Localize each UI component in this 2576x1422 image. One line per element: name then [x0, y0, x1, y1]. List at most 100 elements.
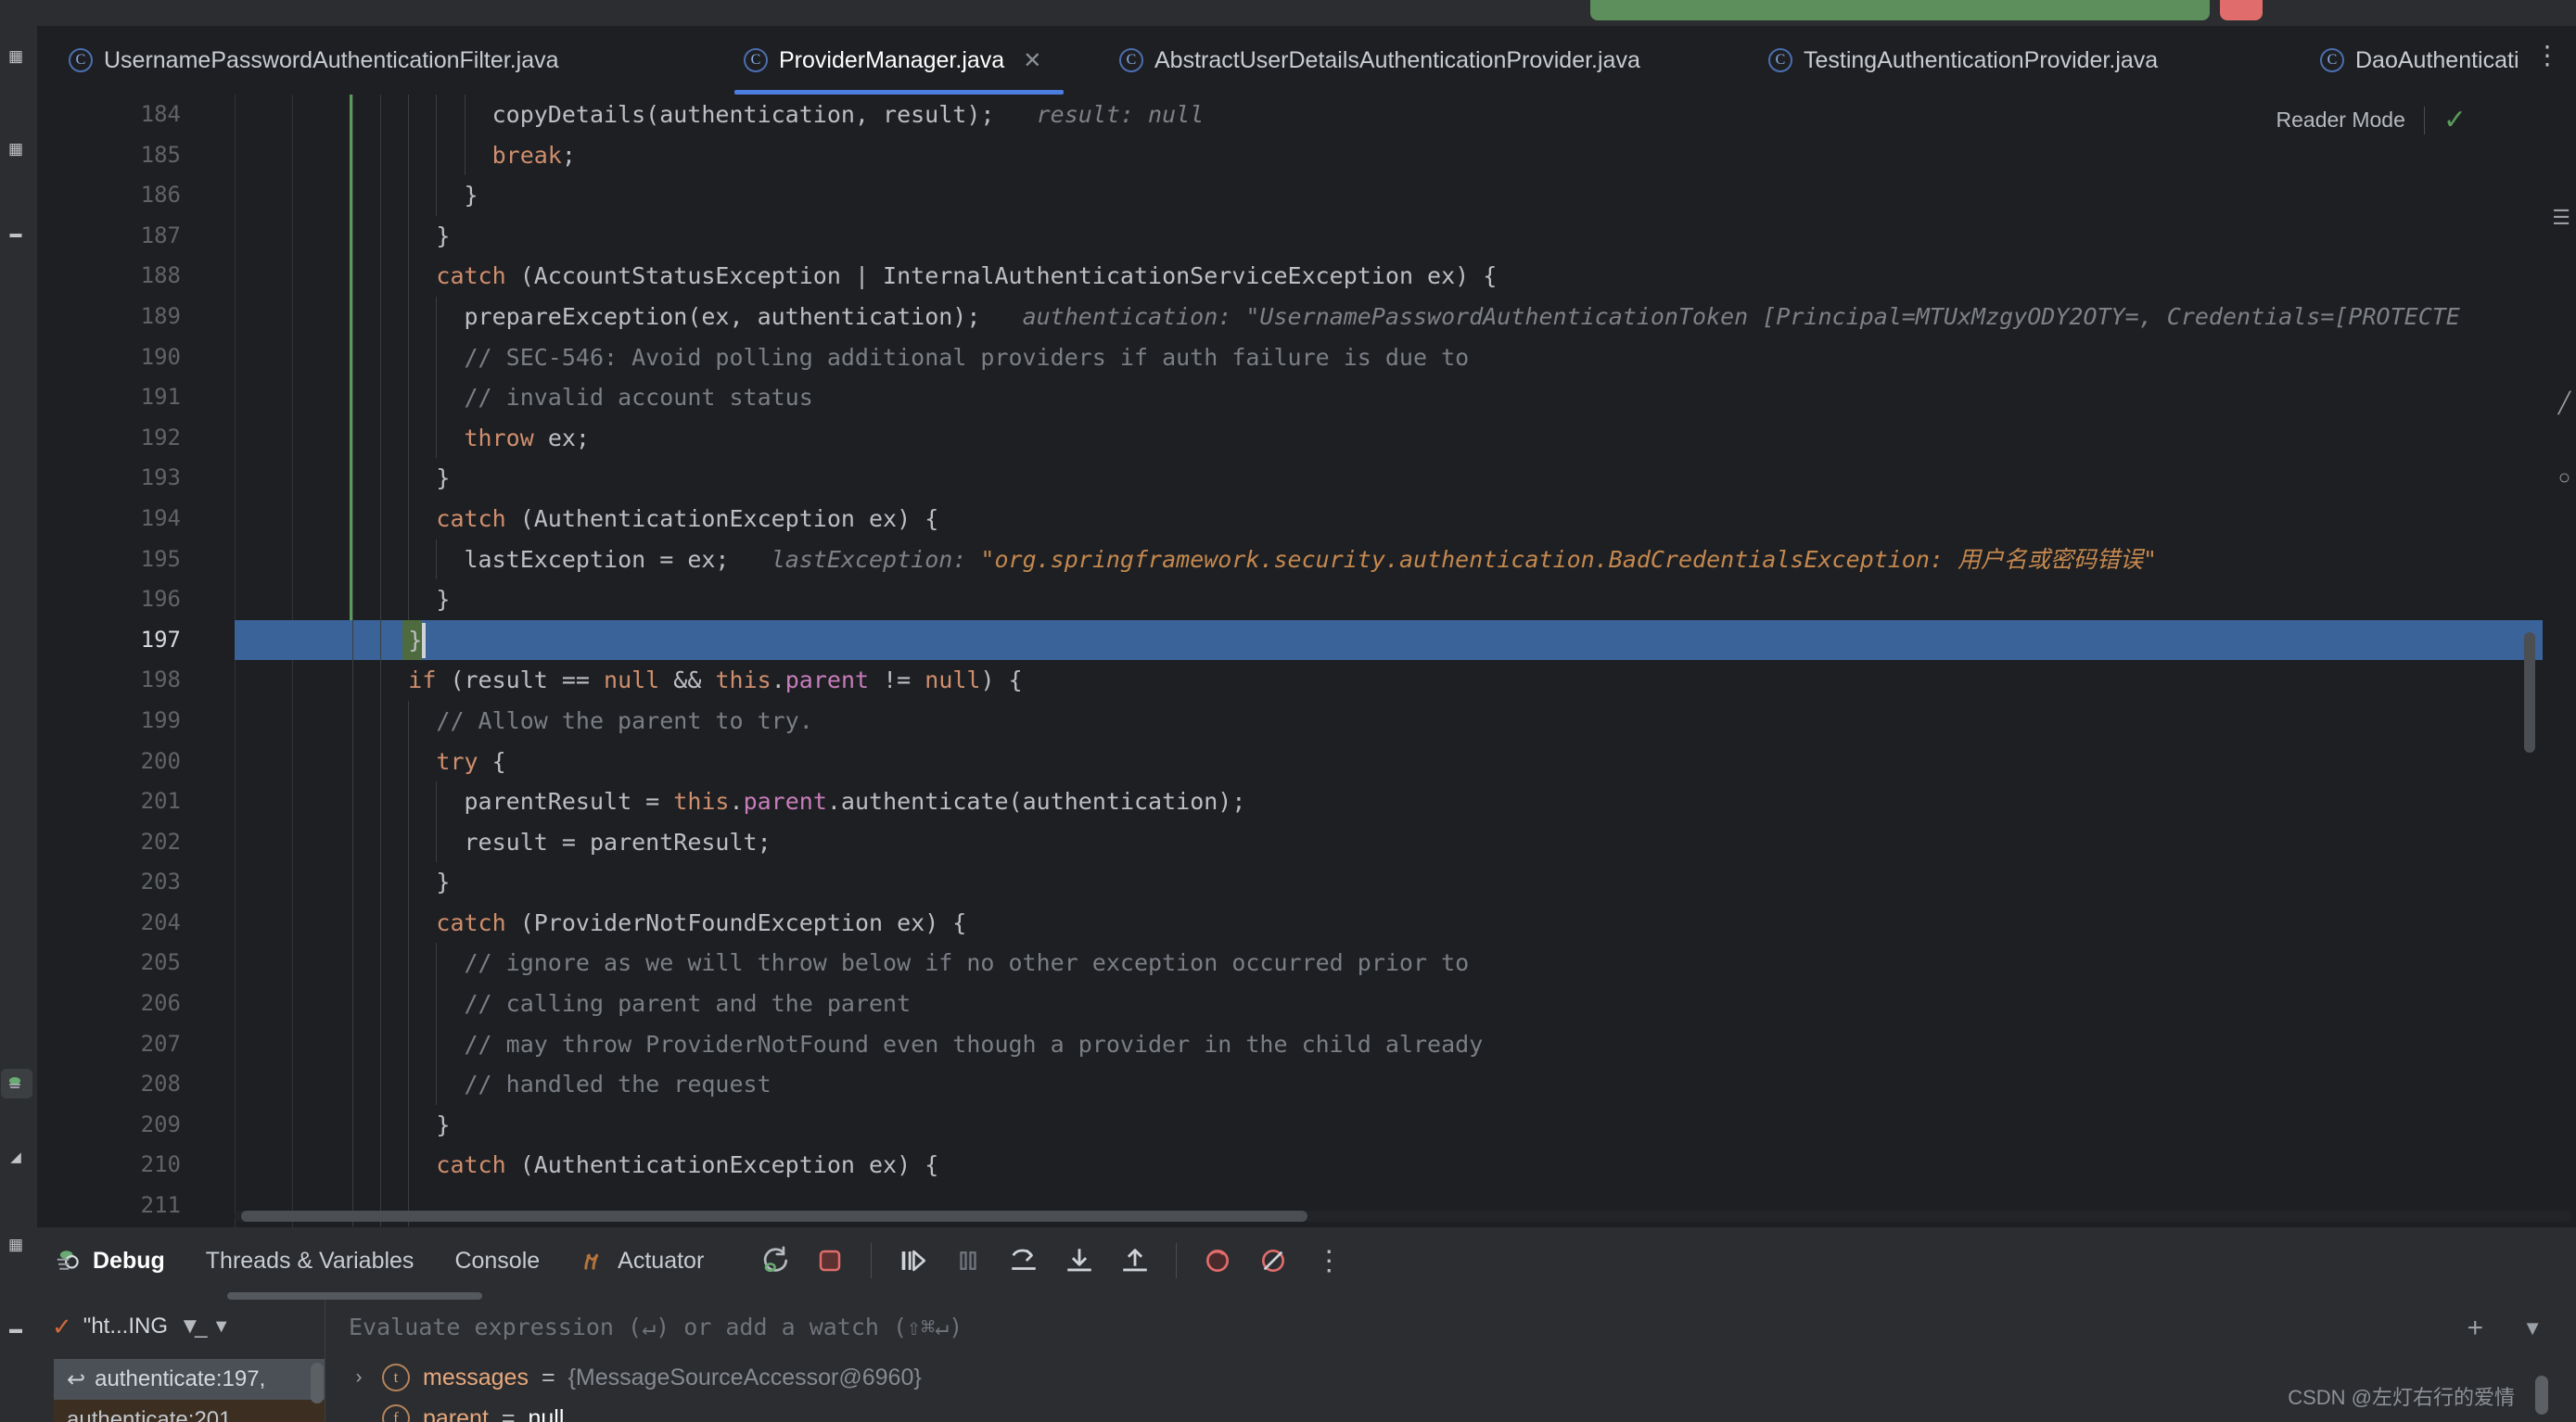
frames-list[interactable]: ↩ authenticate:197, authenticate:201 [54, 1359, 325, 1422]
error-stripe[interactable]: ☰ ╱ ○ [2543, 95, 2576, 1227]
code-line[interactable]: 203} [37, 862, 2576, 903]
frames-scrollbar[interactable] [311, 1363, 324, 1403]
stop-button-pill[interactable] [2220, 0, 2263, 20]
code-line[interactable]: 210 catch (AuthenticationException ex) { [37, 1145, 2576, 1187]
text-caret [422, 622, 427, 658]
code-line[interactable]: 192 throw ex; [37, 417, 2576, 459]
debug-tab-console[interactable]: Console [434, 1227, 560, 1294]
code-line[interactable]: 196} [37, 579, 2576, 620]
code-line[interactable]: 188 catch (AccountStatusException | Inter… [37, 256, 2576, 297]
green-check-icon[interactable]: ✓ [2443, 104, 2467, 136]
pause-program-icon[interactable] [947, 1239, 989, 1282]
vertical-dots-icon[interactable]: ⋮ [2534, 42, 2560, 69]
rerun-debug-icon[interactable] [753, 1239, 796, 1282]
indent-guide [380, 700, 382, 742]
code-line[interactable]: 184 copyDetails(authentication, result); … [37, 95, 2576, 135]
project-icon[interactable]: ▦ [4, 44, 28, 69]
debug-tool-window: Debug Threads & Variables Console Actuat… [37, 1227, 2576, 1422]
variable-row-parent[interactable]: f parent = null [349, 1398, 2481, 1422]
vertical-scrollbar[interactable] [2524, 632, 2535, 753]
mute-breakpoints-icon[interactable] [1196, 1239, 1239, 1282]
code-token: parent [743, 788, 827, 816]
indent-guide [408, 1064, 410, 1105]
chevron-right-icon[interactable]: › [349, 1366, 369, 1389]
funnel-icon[interactable]: ▼̲ [179, 1314, 201, 1339]
code-line[interactable]: 198 if (result == null && this.parent != … [37, 660, 2576, 701]
code-line[interactable]: 191 // invalid account status [37, 377, 2576, 418]
step-over-icon[interactable] [1002, 1239, 1045, 1282]
editor-tab-2[interactable]: C AbstractUserDetailsAuthenticationProvi… [1099, 26, 1661, 95]
code-line[interactable]: 201 parentResult = this.parent.authentica… [37, 781, 2576, 822]
debug-tab-debug[interactable]: Debug [37, 1227, 185, 1294]
code-line[interactable]: 202 result = parentResult; [37, 821, 2576, 863]
step-into-icon[interactable] [1058, 1239, 1101, 1282]
terminal-icon[interactable]: ▦ [4, 1233, 28, 1257]
code-line[interactable]: 195 lastException = ex; lastException: "o… [37, 539, 2576, 580]
line-number: 201 [140, 788, 181, 815]
structure-icon[interactable]: ▬ [4, 221, 28, 245]
code-line[interactable]: 197} [37, 619, 2576, 661]
code-line[interactable]: 204 catch (ProviderNotFoundException ex) … [37, 902, 2576, 944]
code-line[interactable]: 189 prepareException(ex, authentication);… [37, 296, 2576, 337]
resume-program-icon[interactable] [891, 1239, 934, 1282]
code-line[interactable]: 193} [37, 458, 2576, 499]
step-out-icon[interactable] [1114, 1239, 1156, 1282]
line-number: 200 [140, 747, 181, 774]
run-icon[interactable]: ◢ [4, 1145, 28, 1169]
code-line[interactable]: 207 // may throw ProviderNotFound even th… [37, 1023, 2576, 1065]
indent-guide [352, 1104, 354, 1146]
indent-guide [380, 1104, 382, 1146]
code-token: throw [464, 424, 534, 451]
code-line[interactable]: 208 // handled the request [37, 1064, 2576, 1105]
frame-item-1[interactable]: authenticate:201 [54, 1400, 325, 1422]
code-line[interactable]: 200 try { [37, 741, 2576, 782]
indent-guide [352, 539, 354, 580]
editor-tab-1[interactable]: C ProviderManager.java ✕ [723, 26, 1062, 95]
code-text: // Allow the parent to try. [436, 701, 812, 742]
code-line[interactable]: 199 // Allow the parent to try. [37, 700, 2576, 742]
more-options-icon[interactable]: ⋮ [1307, 1239, 1350, 1282]
debug-tab-actuator[interactable]: Actuator [560, 1227, 724, 1294]
code-token: catch [436, 262, 506, 290]
panel-resize-handle[interactable] [227, 1292, 482, 1300]
variables-scrollbar[interactable] [2535, 1376, 2548, 1415]
indent-guide [352, 134, 354, 176]
horizontal-scrollbar-thumb[interactable] [241, 1211, 1307, 1222]
services-icon[interactable]: ▬ [4, 1316, 28, 1340]
code-line[interactable]: 205 // ignore as we will throw below if n… [37, 943, 2576, 984]
horizontal-scrollbar-track[interactable] [235, 1211, 2571, 1222]
code-line[interactable]: 185 break; [37, 134, 2576, 176]
code-line[interactable]: 206 // calling parent and the parent [37, 984, 2576, 1024]
close-icon[interactable]: ✕ [1023, 47, 1041, 74]
code-line[interactable]: 186} [37, 175, 2576, 216]
plus-icon[interactable]: + [2467, 1313, 2483, 1344]
top-toolbar-strip [0, 0, 2576, 26]
code-line[interactable]: 209} [37, 1104, 2576, 1146]
stop-icon[interactable] [809, 1239, 851, 1282]
indent-guide [408, 296, 410, 337]
evaluate-expression-input[interactable]: Evaluate expression (↵) or add a watch (… [349, 1300, 2435, 1353]
editor-tab-3[interactable]: C TestingAuthenticationProvider.java [1748, 26, 2178, 95]
variables-list[interactable]: › t messages = {MessageSourceAccessor@69… [349, 1357, 2481, 1422]
indent-guide [380, 175, 382, 216]
code-lines[interactable]: 184 copyDetails(authentication, result); … [37, 95, 2576, 1226]
indent-guide [380, 417, 382, 459]
code-token: prepareException(ex, authentication); [464, 302, 981, 330]
bookmarks-icon[interactable]: ▦ [4, 137, 28, 161]
editor-tab-4[interactable]: C DaoAuthenticati [2300, 26, 2540, 95]
debug-icon[interactable] [1, 1069, 32, 1098]
reader-mode-widget[interactable]: Reader Mode ✓ [2276, 104, 2468, 136]
view-breakpoints-icon[interactable] [1252, 1239, 1294, 1282]
run-configuration-pill[interactable] [1590, 0, 2210, 20]
code-line[interactable]: 194 catch (AuthenticationException ex) { [37, 498, 2576, 540]
debug-tab-threads-variables[interactable]: Threads & Variables [185, 1227, 435, 1294]
code-editor[interactable]: 184 copyDetails(authentication, result); … [37, 95, 2576, 1227]
editor-tab-0[interactable]: C UsernamePasswordAuthenticationFilter.j… [48, 26, 580, 95]
code-line[interactable]: 187} [37, 215, 2576, 257]
frame-item-0[interactable]: ↩ authenticate:197, [54, 1359, 325, 1400]
code-line[interactable]: 190 // SEC-546: Avoid polling additional … [37, 336, 2576, 378]
chevron-down-icon[interactable]: ▼ [2522, 1316, 2543, 1340]
chevron-down-icon[interactable]: ▼ [212, 1316, 231, 1338]
variable-row-messages[interactable]: › t messages = {MessageSourceAccessor@69… [349, 1357, 2481, 1398]
thread-selector[interactable]: ✓ "ht...ING ▼̲ ▼ [37, 1300, 325, 1353]
